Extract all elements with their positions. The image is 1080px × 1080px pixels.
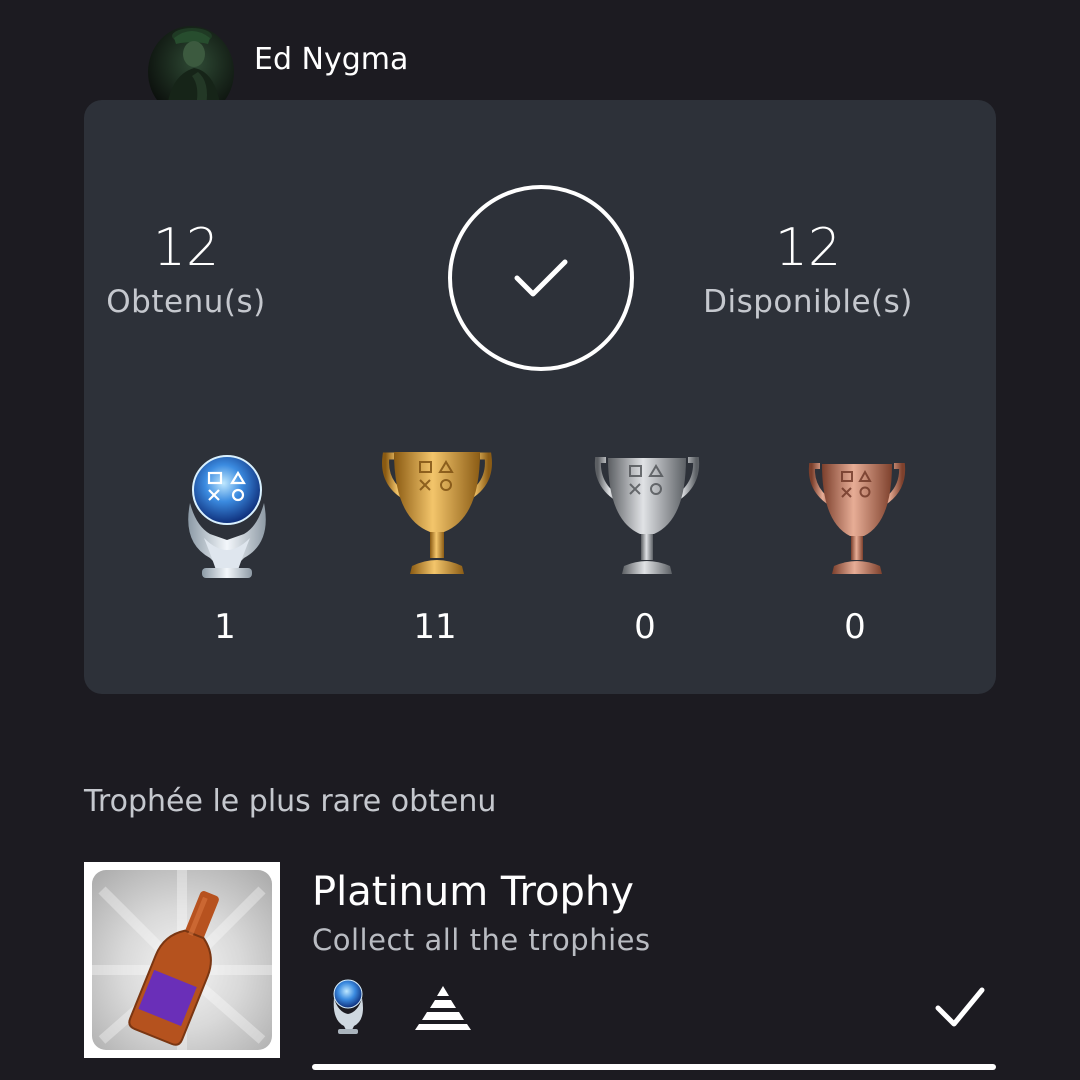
silver-trophy-icon <box>594 457 700 574</box>
bronze-trophy-icon <box>808 463 906 574</box>
bottle-icon <box>92 870 272 1050</box>
silver-count: 0 <box>634 607 656 647</box>
platinum-count: 1 <box>214 607 236 647</box>
earned-stat: 12 Obtenu(s) <box>36 218 336 322</box>
earned-count: 12 <box>152 218 220 278</box>
bronze-count: 0 <box>844 607 866 647</box>
checkmark-icon <box>514 259 568 297</box>
completion-check-circle <box>448 185 634 371</box>
available-count: 12 <box>774 218 842 278</box>
gold-trophy-icon <box>382 452 492 574</box>
rarity-pyramid-icon <box>415 986 471 1030</box>
rarest-trophy-name: Platinum Trophy <box>312 869 634 915</box>
trophy-progress-bar <box>312 1064 996 1070</box>
available-label: Disponible(s) <box>703 284 913 320</box>
trophy-thumbnail[interactable] <box>84 862 280 1058</box>
rarest-trophy-description: Collect all the trophies <box>312 923 651 957</box>
platinum-trophy-icon <box>188 455 266 578</box>
available-stat: 12 Disponible(s) <box>658 218 958 322</box>
username: Ed Nygma <box>254 42 409 77</box>
platinum-trophy-icon <box>333 979 363 1034</box>
earned-label: Obtenu(s) <box>106 284 266 320</box>
gold-count: 11 <box>413 607 457 647</box>
rarest-trophy-section-title: Trophée le plus rare obtenu <box>84 784 497 819</box>
checkmark-icon <box>935 987 985 1027</box>
